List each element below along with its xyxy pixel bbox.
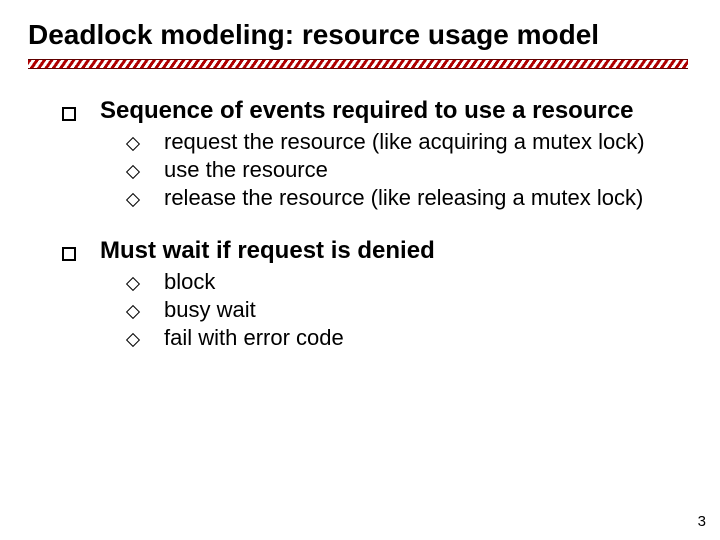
page-number: 3 bbox=[698, 513, 706, 530]
list-item: use the resource bbox=[128, 157, 692, 183]
section-heading-text: Sequence of events required to use a res… bbox=[100, 97, 634, 125]
list-item: release the resource (like releasing a m… bbox=[128, 185, 692, 211]
slide: Deadlock modeling: resource usage model … bbox=[0, 0, 720, 540]
list-item-text: block bbox=[164, 269, 215, 295]
slide-title: Deadlock modeling: resource usage model bbox=[28, 20, 692, 51]
list-item: block bbox=[128, 269, 692, 295]
diamond-bullet-icon bbox=[126, 305, 140, 319]
list-item-text: release the resource (like releasing a m… bbox=[164, 185, 643, 211]
section-heading-text: Must wait if request is denied bbox=[100, 237, 435, 265]
square-bullet-icon bbox=[62, 107, 76, 121]
list-item-text: request the resource (like acquiring a m… bbox=[164, 129, 645, 155]
section-heading: Sequence of events required to use a res… bbox=[62, 97, 692, 125]
diamond-bullet-icon bbox=[126, 137, 140, 151]
square-bullet-icon bbox=[62, 247, 76, 261]
diamond-bullet-icon bbox=[126, 333, 140, 347]
list-item-text: busy wait bbox=[164, 297, 256, 323]
title-rule bbox=[28, 59, 688, 69]
list-item: request the resource (like acquiring a m… bbox=[128, 129, 692, 155]
diamond-bullet-icon bbox=[126, 277, 140, 291]
list-item-text: use the resource bbox=[164, 157, 328, 183]
section-heading: Must wait if request is denied bbox=[62, 237, 692, 265]
list-item: fail with error code bbox=[128, 325, 692, 351]
diamond-bullet-icon bbox=[126, 193, 140, 207]
list-item-text: fail with error code bbox=[164, 325, 344, 351]
spacer bbox=[28, 213, 692, 237]
list-item: busy wait bbox=[128, 297, 692, 323]
diamond-bullet-icon bbox=[126, 165, 140, 179]
